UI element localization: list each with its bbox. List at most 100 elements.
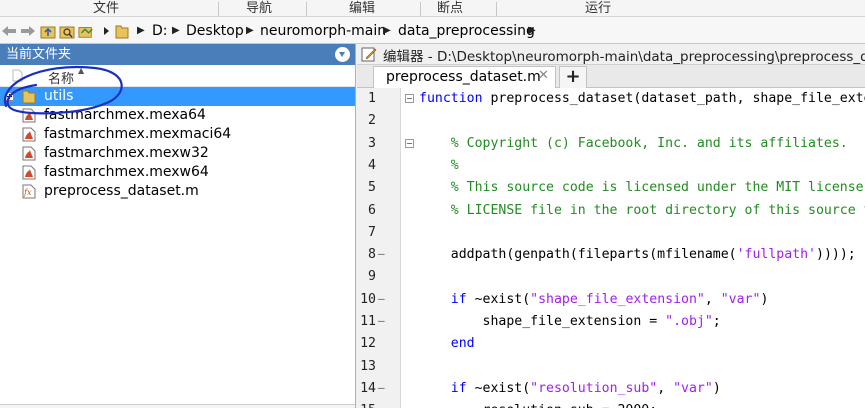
- breadcrumb-desktop[interactable]: Desktop: [186, 21, 244, 41]
- code-line[interactable]: 7: [357, 222, 865, 244]
- sort-ascending-icon: ▲: [78, 66, 85, 75]
- list-item[interactable]: fastmarchmex.mexmaci64: [0, 125, 355, 144]
- file-name: fastmarchmex.mexa64: [44, 107, 206, 123]
- line-number[interactable]: 7: [357, 225, 376, 240]
- breadcrumb-separator[interactable]: ▶: [528, 21, 536, 41]
- breadcrumb-folder[interactable]: data_preprocessing: [398, 21, 535, 41]
- breakpoint-marker[interactable]: —: [378, 314, 385, 327]
- code-line[interactable]: 8— addpath(genpath(fileparts(mfilename('…: [357, 244, 865, 266]
- section-edit[interactable]: 编辑: [349, 0, 375, 17]
- dropdown-arrow-icon[interactable]: [99, 23, 115, 39]
- code-token: ): [712, 380, 721, 396]
- code-token: 'fullpath': [736, 247, 816, 263]
- code-area[interactable]: 1 function preprocess_dataset(dataset_pat…: [357, 88, 865, 408]
- code-line[interactable]: 3 % Copyright (c) Facebook, Inc. and its…: [357, 133, 865, 155]
- line-number[interactable]: 6: [357, 203, 376, 218]
- code-token: end: [419, 336, 475, 352]
- section-divider: [496, 2, 497, 16]
- code-token: % Copyright (c) Facebook, Inc. and its a…: [419, 135, 848, 151]
- code-line[interactable]: 11— shape_file_extension = ".obj";: [357, 311, 865, 333]
- code-line[interactable]: 12 end: [357, 333, 865, 355]
- code-text: addpath(genpath(fileparts(mfilename('ful…: [419, 247, 856, 262]
- code-line[interactable]: 1 function preprocess_dataset(dataset_pat…: [357, 88, 865, 110]
- list-item-folder[interactable]: utils: [0, 87, 355, 106]
- breakpoint-marker[interactable]: —: [378, 403, 385, 408]
- file-name: utils: [44, 88, 74, 104]
- breakpoint-marker[interactable]: —: [378, 247, 385, 260]
- code-line[interactable]: 15— resolution_sub = 2000;: [357, 400, 865, 408]
- line-number[interactable]: 8: [357, 247, 376, 262]
- code-line[interactable]: 5 % This source code is licensed under t…: [357, 177, 865, 199]
- line-number[interactable]: 14: [357, 381, 376, 396]
- up-folder-icon[interactable]: [40, 23, 56, 39]
- code-token: ~exist(: [466, 291, 531, 307]
- section-run[interactable]: 运行: [585, 0, 611, 17]
- find-folder-icon[interactable]: [78, 23, 94, 39]
- breadcrumb-project[interactable]: neuromorph-main: [260, 21, 386, 41]
- editor-title: 编辑器 - D:\Desktop\neuromorph-main\data_pr…: [383, 49, 865, 65]
- section-file[interactable]: 文件: [93, 0, 119, 17]
- tab-preprocess-dataset[interactable]: preprocess_dataset.m ✕: [373, 66, 556, 88]
- panel-title: 当前文件夹: [6, 47, 72, 62]
- code-line[interactable]: 6 % LICENSE file in the root directory o…: [357, 200, 865, 222]
- list-item[interactable]: fastmarchmex.mexa64: [0, 106, 355, 125]
- line-number[interactable]: 5: [357, 180, 376, 195]
- code-token: addpath(genpath(fileparts(mfilename(: [419, 247, 737, 263]
- editor-tab-bar: preprocess_dataset.m ✕ +: [357, 65, 865, 88]
- file-name: fastmarchmex.mexw64: [44, 164, 209, 180]
- column-header[interactable]: 名称 ▲: [0, 65, 355, 87]
- line-number[interactable]: 10: [357, 292, 376, 307]
- details-panel-edge[interactable]: [0, 404, 355, 408]
- mex-file-icon: [22, 146, 36, 161]
- code-line[interactable]: 14— if ~exist("resolution_sub", "var"): [357, 378, 865, 400]
- line-number[interactable]: 2: [357, 113, 376, 128]
- file-name: fastmarchmex.mexmaci64: [44, 126, 232, 142]
- list-item[interactable]: fx preprocess_dataset.m: [0, 182, 355, 201]
- code-token: "shape_file_extension": [530, 291, 705, 307]
- breakpoint-marker[interactable]: —: [378, 381, 385, 394]
- back-arrow-icon[interactable]: [1, 23, 17, 39]
- code-token: ,: [657, 380, 674, 396]
- collapse-icon[interactable]: [405, 94, 414, 103]
- code-line[interactable]: 2: [357, 110, 865, 132]
- browse-folder-icon[interactable]: [59, 23, 75, 39]
- new-tab-button[interactable]: +: [559, 66, 587, 88]
- breadcrumb-separator: ▶: [137, 25, 145, 36]
- breadcrumb-drive[interactable]: D:: [152, 21, 168, 41]
- forward-arrow-icon[interactable]: [20, 23, 36, 39]
- section-navigate[interactable]: 导航: [246, 0, 272, 17]
- breakpoint-marker[interactable]: —: [378, 292, 385, 305]
- line-number[interactable]: 1: [357, 91, 376, 106]
- code-line[interactable]: 10— if ~exist("shape_file_extension", "v…: [357, 289, 865, 311]
- section-divider: [218, 2, 219, 16]
- code-line[interactable]: 13: [357, 356, 865, 378]
- line-number[interactable]: 9: [357, 269, 376, 284]
- code-line[interactable]: 4 %: [357, 155, 865, 177]
- code-token: shape_file_extension =: [419, 314, 666, 329]
- current-folder-header: 当前文件夹: [0, 44, 355, 65]
- code-token: ,: [704, 291, 721, 307]
- breadcrumb-separator: ▶: [172, 25, 180, 36]
- expand-icon[interactable]: [5, 92, 14, 101]
- line-number[interactable]: 4: [357, 158, 376, 173]
- code-line[interactable]: 9: [357, 266, 865, 288]
- close-tab-icon[interactable]: ✕: [538, 68, 549, 83]
- breadcrumb-separator: ▶: [246, 25, 254, 36]
- code-token: "var": [673, 380, 713, 396]
- code-text: %: [419, 158, 459, 173]
- list-item[interactable]: fastmarchmex.mexw32: [0, 144, 355, 163]
- collapse-icon[interactable]: [405, 138, 414, 148]
- line-number[interactable]: 13: [357, 359, 376, 374]
- line-number[interactable]: 3: [357, 136, 376, 151]
- section-breakpoints[interactable]: 断点: [437, 0, 463, 17]
- panel-menu-icon[interactable]: [335, 47, 350, 62]
- code-text: % LICENSE file in the root directory of …: [419, 203, 865, 218]
- line-number[interactable]: 12: [357, 336, 376, 351]
- line-number[interactable]: 15: [357, 403, 376, 408]
- code-token: ;: [712, 314, 721, 329]
- section-divider: [306, 2, 307, 16]
- list-item[interactable]: fastmarchmex.mexw64: [0, 163, 355, 182]
- line-number[interactable]: 11: [357, 314, 376, 329]
- mex-file-icon: [22, 165, 36, 180]
- editor-pencil-icon: [361, 47, 377, 62]
